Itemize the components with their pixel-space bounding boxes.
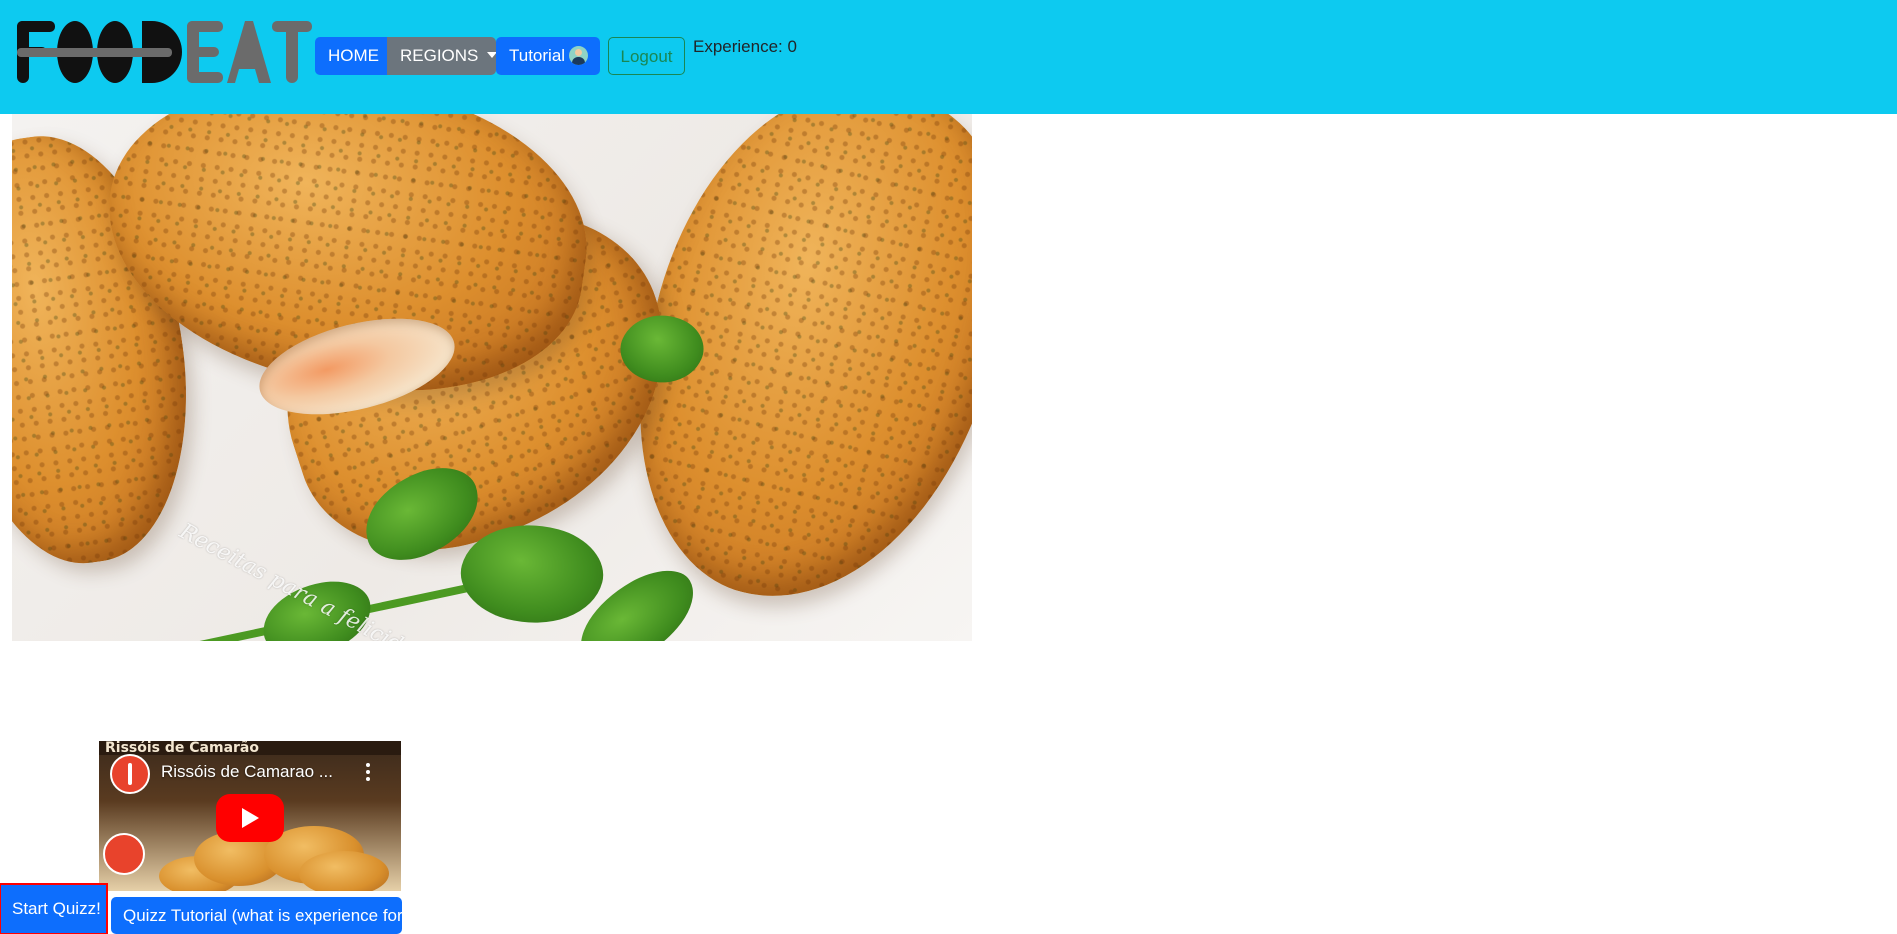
video-title[interactable]: Rissóis de Camarao ... [161,762,361,782]
thumbnail-food [299,851,389,891]
parsley-leaf [727,634,847,641]
channel-avatar-icon[interactable] [110,754,150,794]
avatar-icon [569,46,589,65]
logout-button[interactable]: Logout [608,37,685,75]
home-button[interactable]: HOME [315,37,387,75]
more-vert-icon[interactable] [361,761,375,783]
tutorial-button[interactable]: Tutorial [496,37,600,75]
foodeat-logo[interactable] [17,17,313,87]
youtube-play-icon[interactable] [216,794,284,842]
channel-watermark-icon [103,833,145,875]
regions-dropdown-button[interactable]: REGIONS [387,37,498,75]
youtube-video-embed[interactable]: Rissóis de Camarão Rissóis de Camarao ..… [99,741,401,891]
tutorial-label: Tutorial [509,46,566,65]
quiz-tutorial-button[interactable]: Quizz Tutorial (what is experience for) [111,897,408,934]
regions-label: REGIONS [400,46,479,65]
video-thumbnail-banner: Rissóis de Camarão [99,741,401,755]
start-quiz-button[interactable]: Start Quizz! [0,883,108,934]
experience-counter: Experience: 0 [693,37,797,56]
hero-food-image: Receitas para a felicidade [12,114,972,641]
navbar: HOME REGIONS Tutorial Logout Experience:… [0,0,1897,114]
